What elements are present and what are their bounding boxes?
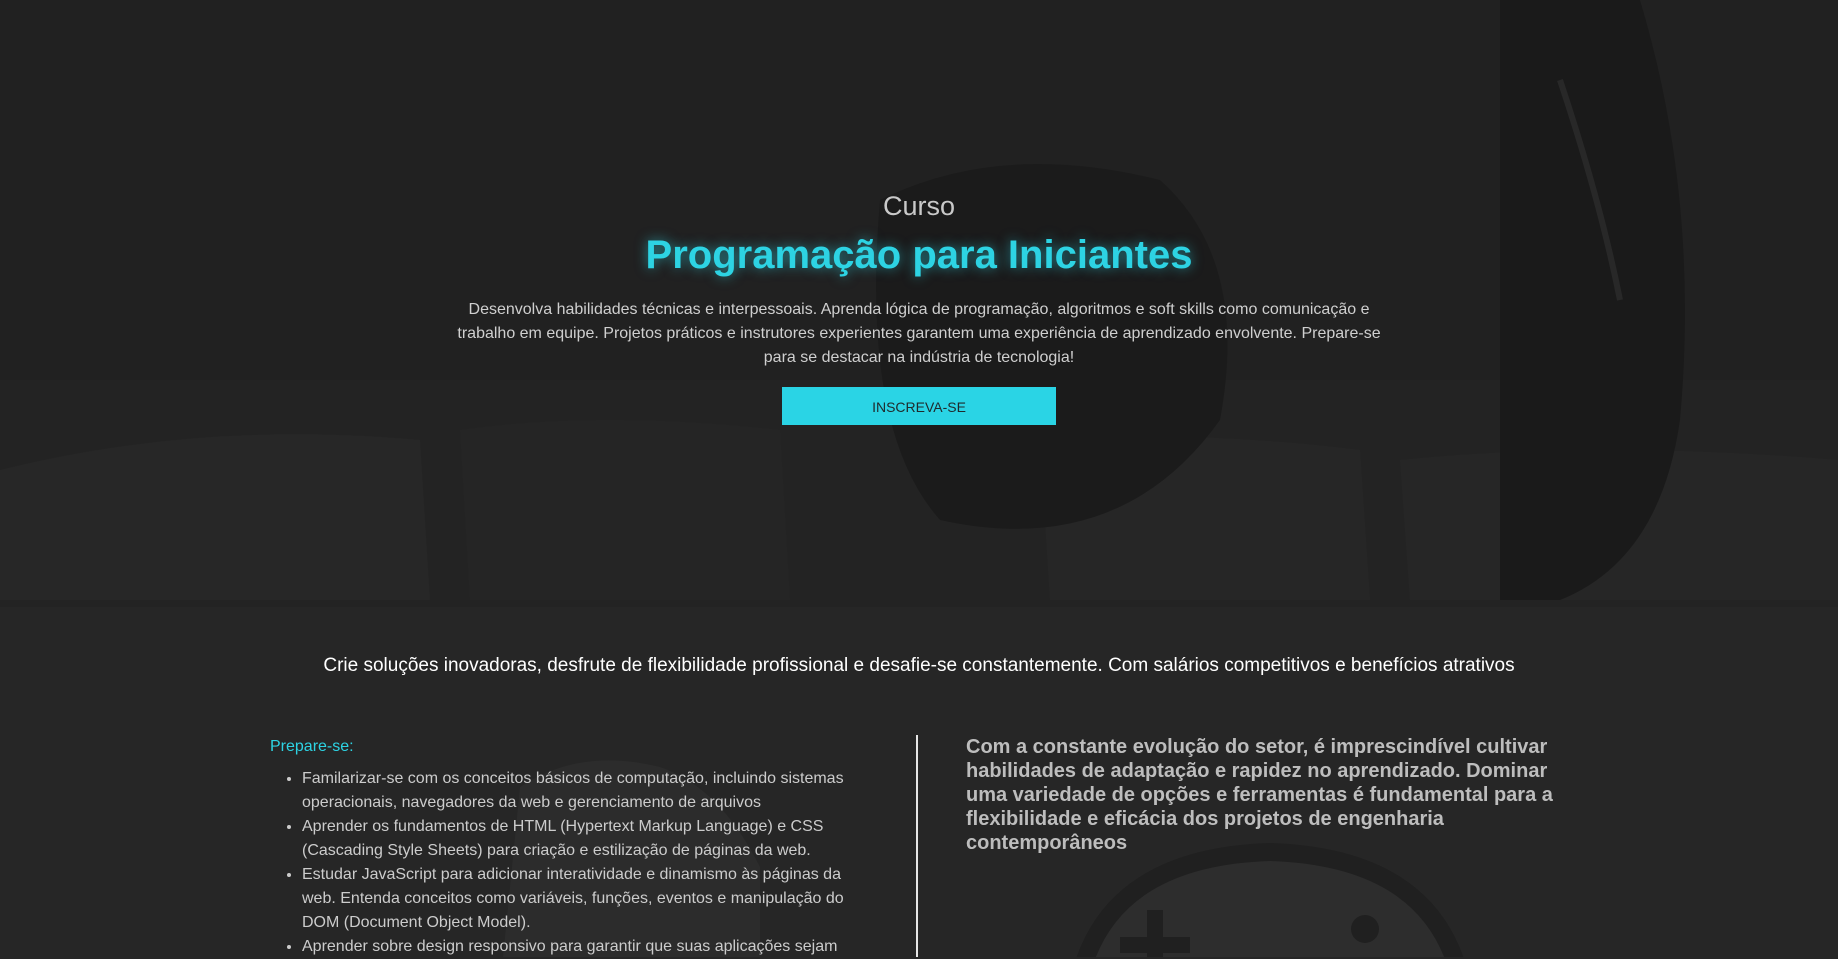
prepare-list: Familarizar-se com os conceitos básicos … (270, 767, 860, 959)
enroll-button[interactable]: INSCREVA-SE (782, 387, 1056, 425)
career-tagline: Crie soluções inovadoras, desfrute de fl… (323, 655, 1515, 676)
list-item: Familarizar-se com os conceitos básicos … (302, 767, 860, 815)
hero-content: Curso Programação para Iniciantes Desenv… (0, 186, 1838, 425)
prepare-column: Prepare-se: Familarizar-se com os concei… (270, 737, 860, 959)
list-item: Estudar JavaScript para adicionar intera… (302, 863, 860, 935)
hero-kicker: Curso (882, 191, 956, 221)
decorative-gamepad-icon (1076, 842, 1464, 957)
hero-banner: Curso Programação para Iniciantes Desenv… (0, 0, 1838, 607)
evolution-text: Com a constante evolução do setor, é imp… (966, 736, 1553, 854)
list-item: Aprender os fundamentos de HTML (Hyperte… (302, 815, 860, 863)
hero-title: Programação para Iniciantes (645, 233, 1193, 277)
column-divider (916, 735, 918, 957)
prepare-label: Prepare-se: (270, 738, 354, 755)
list-item: Aprender sobre design responsivo para ga… (302, 935, 860, 959)
hero-description: Desenvolva habilidades técnicas e interp… (457, 301, 1381, 366)
